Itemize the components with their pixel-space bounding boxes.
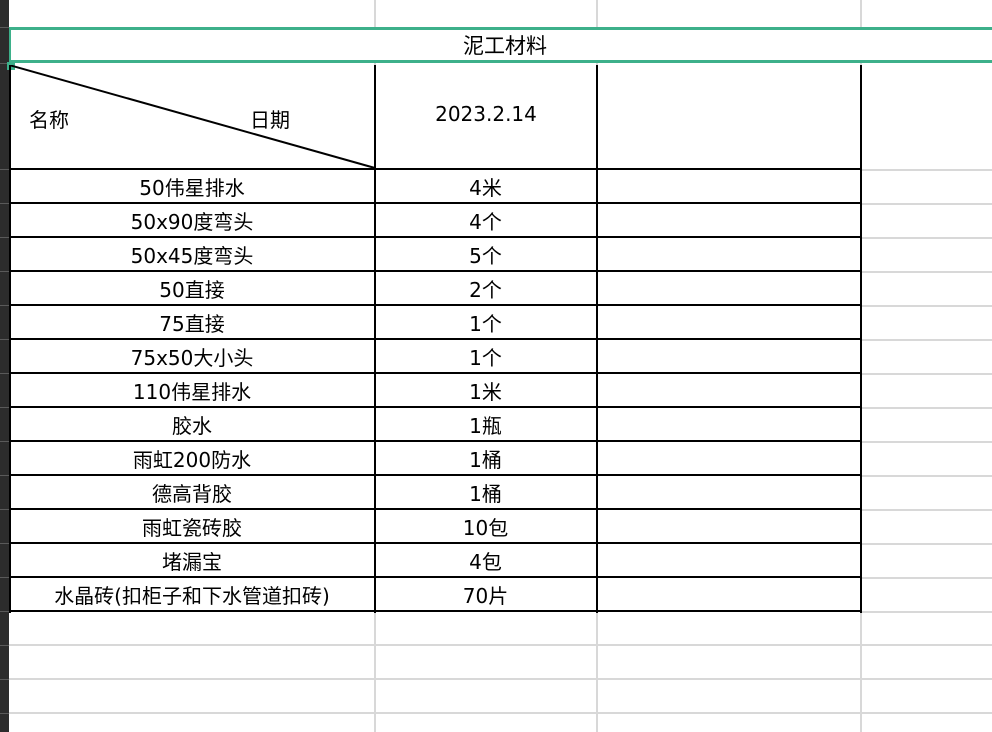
row-gridline: [9, 678, 992, 680]
row-divider: [0, 169, 9, 170]
material-qty-cell[interactable]: 4个: [376, 204, 595, 236]
row-divider: [0, 713, 9, 714]
empty-cell[interactable]: [598, 578, 859, 610]
row-divider: [0, 509, 9, 510]
material-name-cell[interactable]: 75x50大小头: [11, 340, 373, 372]
row-gridline: [862, 407, 992, 409]
row-gridline: [9, 644, 992, 646]
material-name-cell[interactable]: 雨虹瓷砖胶: [11, 510, 373, 542]
material-name-cell[interactable]: 50x45度弯头: [11, 238, 373, 270]
row-gridline: [862, 373, 992, 375]
material-qty-cell[interactable]: 1个: [376, 340, 595, 372]
row-gridline: [862, 543, 992, 545]
empty-cell[interactable]: [598, 408, 859, 440]
empty-cell[interactable]: [598, 544, 859, 576]
material-name-cell[interactable]: 德高背胶: [11, 476, 373, 508]
row-header-gutter[interactable]: [0, 0, 9, 732]
row-divider: [0, 543, 9, 544]
row-gridline: [862, 441, 992, 443]
empty-cell[interactable]: [598, 204, 859, 236]
material-name-cell[interactable]: 75直接: [11, 306, 373, 338]
table-border-row: [9, 610, 862, 612]
material-qty-cell[interactable]: 1米: [376, 374, 595, 406]
row-gridline: [862, 509, 992, 511]
row-divider: [0, 475, 9, 476]
row-divider: [0, 339, 9, 340]
row-gridline: [9, 712, 992, 714]
material-name-cell[interactable]: 胶水: [11, 408, 373, 440]
row-divider: [0, 305, 9, 306]
material-name-cell[interactable]: 50x90度弯头: [11, 204, 373, 236]
row-divider: [0, 611, 9, 612]
row-gridline: [862, 611, 992, 613]
material-qty-cell[interactable]: 4包: [376, 544, 595, 576]
row-gridline: [862, 577, 992, 579]
empty-cell[interactable]: [598, 374, 859, 406]
sheet-title-cell[interactable]: 泥工材料: [9, 27, 992, 63]
material-name-cell[interactable]: 雨虹200防水: [11, 442, 373, 474]
material-qty-cell[interactable]: 1桶: [376, 476, 595, 508]
empty-cell[interactable]: [598, 306, 859, 338]
empty-cell[interactable]: [598, 442, 859, 474]
header-date-label: 日期: [250, 108, 290, 132]
row-divider: [0, 441, 9, 442]
material-name-cell[interactable]: 50伟星排水: [11, 170, 373, 202]
empty-cell[interactable]: [598, 238, 859, 270]
empty-cell[interactable]: [598, 476, 859, 508]
material-name-cell[interactable]: 堵漏宝: [11, 544, 373, 576]
row-divider: [0, 373, 9, 374]
row-divider: [0, 577, 9, 578]
row-gridline: [862, 305, 992, 307]
header-name-label: 名称: [29, 108, 69, 132]
material-qty-cell[interactable]: 1瓶: [376, 408, 595, 440]
material-qty-cell[interactable]: 2个: [376, 272, 595, 304]
row-divider: [0, 237, 9, 238]
row-divider: [0, 679, 9, 680]
material-qty-cell[interactable]: 4米: [376, 170, 595, 202]
row-gridline: [862, 203, 992, 205]
row-divider: [0, 203, 9, 204]
row-gridline: [862, 475, 992, 477]
sheet-title: 泥工材料: [463, 34, 547, 58]
material-qty-cell[interactable]: 10包: [376, 510, 595, 542]
empty-cell[interactable]: [598, 170, 859, 202]
material-qty-cell[interactable]: 1桶: [376, 442, 595, 474]
row-divider: [0, 27, 9, 28]
material-qty-cell[interactable]: 5个: [376, 238, 595, 270]
empty-cell[interactable]: [598, 272, 859, 304]
empty-cell[interactable]: [598, 510, 859, 542]
material-name-cell[interactable]: 50直接: [11, 272, 373, 304]
material-qty-cell[interactable]: 70片: [376, 578, 595, 610]
material-name-cell[interactable]: 水晶砖(扣柜子和下水管道扣砖): [11, 578, 373, 610]
row-gridline: [862, 339, 992, 341]
row-divider: [0, 645, 9, 646]
material-name-cell[interactable]: 110伟星排水: [11, 374, 373, 406]
empty-cell[interactable]: [598, 340, 859, 372]
row-gridline: [862, 237, 992, 239]
row-gridline: [862, 169, 992, 171]
row-divider: [0, 271, 9, 272]
row-gridline: [862, 271, 992, 273]
header-date-value[interactable]: 2023.2.14: [376, 102, 596, 126]
material-qty-cell[interactable]: 1个: [376, 306, 595, 338]
row-divider: [0, 407, 9, 408]
